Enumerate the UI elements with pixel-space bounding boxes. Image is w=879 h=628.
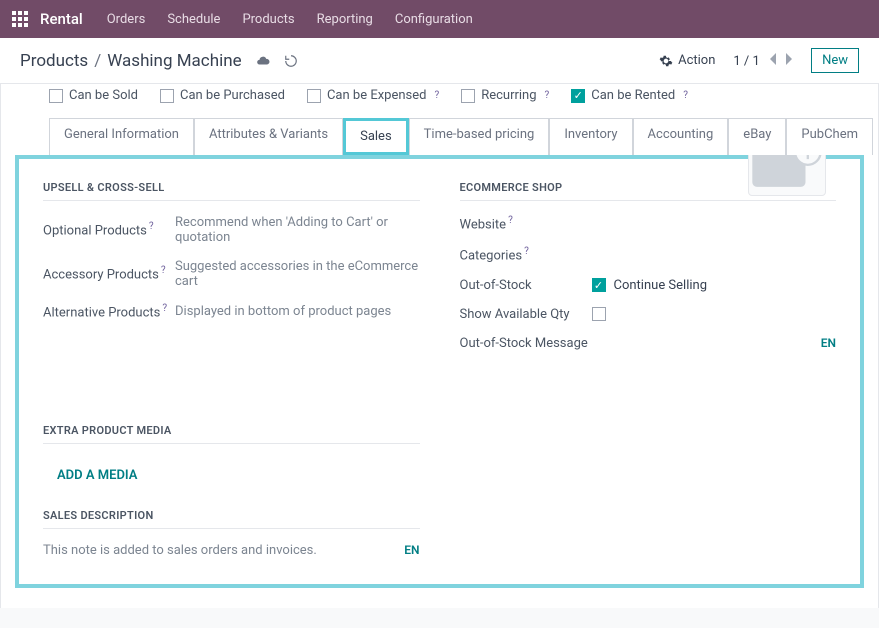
- main-menu: Orders Schedule Products Reporting Confi…: [107, 12, 473, 27]
- lang-badge[interactable]: EN: [404, 543, 419, 557]
- categories-field: Categories?: [460, 246, 837, 263]
- accessory-products-field: Accessory Products? Suggested accessorie…: [43, 259, 420, 289]
- sales-description-title: SALES DESCRIPTION: [43, 509, 420, 529]
- ecommerce-column: ECOMMERCE SHOP Website? Categories? Out-…: [460, 181, 837, 558]
- tab-inventory[interactable]: Inventory: [549, 118, 632, 155]
- alternative-products-input[interactable]: Displayed in bottom of product pages: [175, 304, 391, 319]
- control-bar: Products / Washing Machine Action 1 / 1 …: [0, 38, 879, 84]
- media-section-title: EXTRA PRODUCT MEDIA: [43, 424, 420, 444]
- tab-ebay[interactable]: eBay: [728, 118, 786, 155]
- action-dropdown[interactable]: Action: [659, 53, 715, 68]
- pager: 1 / 1: [733, 53, 793, 69]
- pager-next-icon[interactable]: [783, 53, 793, 65]
- show-available-qty-field: Show Available Qty: [460, 307, 837, 322]
- help-icon[interactable]: ?: [524, 246, 529, 257]
- menu-schedule[interactable]: Schedule: [167, 12, 220, 27]
- website-field: Website?: [460, 215, 837, 232]
- tab-attributes-variants[interactable]: Attributes & Variants: [194, 118, 343, 155]
- lang-badge[interactable]: EN: [821, 336, 836, 350]
- help-icon[interactable]: ?: [545, 90, 550, 101]
- help-icon[interactable]: ?: [683, 90, 688, 101]
- discard-icon[interactable]: [284, 54, 298, 68]
- tab-sales[interactable]: Sales: [343, 118, 409, 155]
- optional-products-field: Optional Products? Recommend when 'Addin…: [43, 215, 420, 245]
- upsell-section-title: UPSELL & CROSS-SELL: [43, 181, 420, 201]
- app-brand[interactable]: Rental: [40, 10, 83, 28]
- optional-products-input[interactable]: Recommend when 'Adding to Cart' or quota…: [175, 215, 420, 245]
- cloud-save-icon[interactable]: [256, 54, 270, 68]
- breadcrumb: Products / Washing Machine: [20, 51, 242, 71]
- menu-orders[interactable]: Orders: [107, 12, 146, 27]
- menu-reporting[interactable]: Reporting: [317, 12, 373, 27]
- apps-icon[interactable]: [12, 11, 28, 27]
- form-tabs: General Information Attributes & Variant…: [49, 117, 850, 155]
- breadcrumb-sep: /: [94, 51, 101, 71]
- tab-accounting[interactable]: Accounting: [633, 118, 729, 155]
- out-of-stock-field: Out-of-Stock Continue Selling: [460, 278, 837, 293]
- gear-icon: [659, 54, 673, 68]
- top-navbar: Rental Orders Schedule Products Reportin…: [0, 0, 879, 38]
- breadcrumb-current: Washing Machine: [107, 51, 241, 71]
- help-icon[interactable]: ?: [434, 90, 439, 101]
- alternative-products-field: Alternative Products? Displayed in botto…: [43, 303, 420, 320]
- breadcrumb-root[interactable]: Products: [20, 51, 88, 71]
- tab-time-based-pricing[interactable]: Time-based pricing: [409, 118, 550, 155]
- help-icon[interactable]: ?: [162, 303, 167, 314]
- out-of-stock-message-field: Out-of-Stock Message EN: [460, 336, 837, 351]
- help-icon[interactable]: ?: [508, 215, 513, 226]
- sales-description-input[interactable]: This note is added to sales orders and i…: [43, 543, 317, 558]
- can-be-sold-checkbox[interactable]: Can be Sold: [49, 88, 138, 103]
- record-state-icons: [256, 54, 298, 68]
- pager-prev-icon[interactable]: [769, 53, 779, 65]
- continue-selling-checkbox[interactable]: [592, 278, 606, 292]
- recurring-checkbox[interactable]: Recurring?: [461, 88, 549, 103]
- help-icon[interactable]: ?: [149, 221, 154, 232]
- can-be-expensed-checkbox[interactable]: Can be Expensed?: [307, 88, 439, 103]
- show-available-qty-checkbox[interactable]: [592, 307, 606, 321]
- menu-products[interactable]: Products: [242, 12, 294, 27]
- form-sheet: ☆ Washing Machine Can be Sold Can be Pur…: [0, 84, 879, 608]
- new-button[interactable]: New: [811, 48, 859, 73]
- sales-tab-panel: UPSELL & CROSS-SELL Optional Products? R…: [15, 155, 864, 588]
- add-media-button[interactable]: ADD A MEDIA: [57, 468, 137, 483]
- can-be-rented-checkbox[interactable]: Can be Rented?: [571, 88, 688, 103]
- help-icon[interactable]: ?: [161, 265, 166, 276]
- can-be-purchased-checkbox[interactable]: Can be Purchased: [160, 88, 285, 103]
- accessory-products-input[interactable]: Suggested accessories in the eCommerce c…: [175, 259, 420, 289]
- tab-general-information[interactable]: General Information: [49, 118, 194, 155]
- menu-configuration[interactable]: Configuration: [395, 12, 473, 27]
- upsell-column: UPSELL & CROSS-SELL Optional Products? R…: [43, 181, 420, 558]
- product-flags: Can be Sold Can be Purchased Can be Expe…: [1, 84, 878, 117]
- tab-pubchem[interactable]: PubChem: [786, 118, 873, 155]
